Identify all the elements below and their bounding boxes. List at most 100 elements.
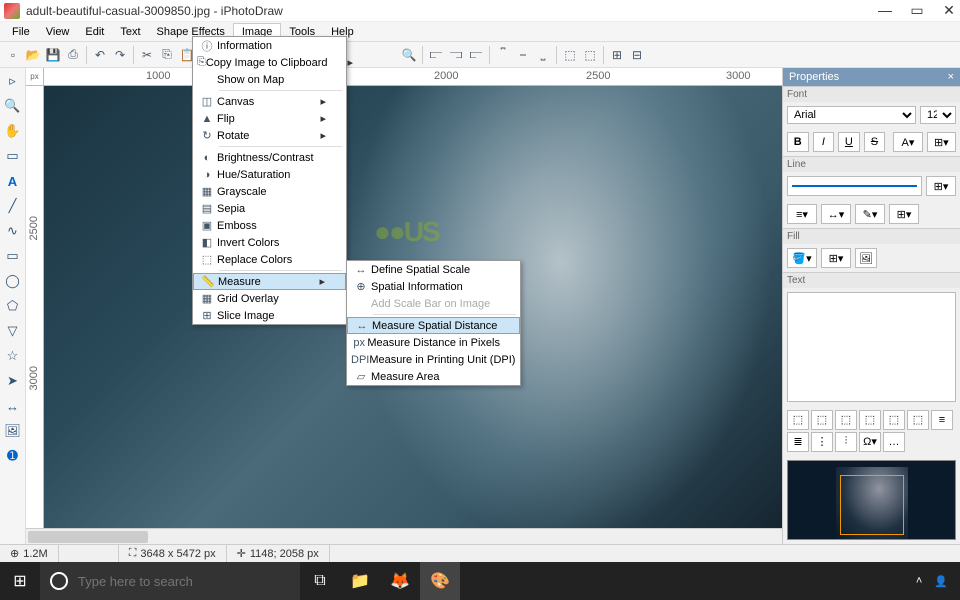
menu-item-define-spatial-scale[interactable]: ↔Define Spatial Scale <box>347 261 520 278</box>
rect-tool-icon[interactable]: ▭ <box>4 247 22 265</box>
system-tray[interactable]: ˄ 👤 <box>916 575 960 588</box>
font-more-button[interactable]: ⊞▾ <box>927 132 956 152</box>
menu-item-flip[interactable]: ▲Flip▸ <box>193 110 346 127</box>
menu-item-brightness-contrast[interactable]: ◐Brightness/Contrast <box>193 149 346 166</box>
font-color-button[interactable]: A▾ <box>893 132 922 152</box>
text-tool-icon[interactable]: A <box>4 172 22 190</box>
menu-item-information[interactable]: ⓘInformation <box>193 37 346 54</box>
menu-edit[interactable]: Edit <box>77 24 112 40</box>
menu-item-copy-image-to-clipboard[interactable]: ⎘Copy Image to Clipboard▸ <box>193 54 346 71</box>
line-mid-button[interactable]: ↔▾ <box>821 204 851 224</box>
app-taskbar-icon[interactable]: 🎨 <box>420 562 460 600</box>
menu-item-slice-image[interactable]: ⊞Slice Image <box>193 307 346 324</box>
align-mr-button[interactable]: ⬚ <box>907 410 929 430</box>
line-more-button[interactable]: ⊞▾ <box>889 204 919 224</box>
menu-item-canvas[interactable]: ◫Canvas▸ <box>193 93 346 110</box>
menu-item-emboss[interactable]: ▣Emboss <box>193 217 346 234</box>
align-list1-button[interactable]: ≡ <box>931 410 953 430</box>
menu-item-replace-colors[interactable]: ⬚Replace Colors <box>193 251 346 268</box>
distribute-h-icon[interactable]: ⬚ <box>561 46 579 64</box>
strike-button[interactable]: S <box>864 132 886 152</box>
more-button[interactable]: … <box>883 432 905 452</box>
align-mc-button[interactable]: ⬚ <box>883 410 905 430</box>
align-right-icon[interactable]: ⫍ <box>467 46 485 64</box>
zoom-fit-icon[interactable]: 🔍 <box>400 46 418 64</box>
line-style-button[interactable]: ⊞▾ <box>926 176 956 196</box>
menu-item-measure-in-printing-unit-dpi-[interactable]: DPIMeasure in Printing Unit (DPI) <box>347 351 520 368</box>
symbol-button[interactable]: Ω▾ <box>859 432 881 452</box>
text-preview[interactable] <box>787 292 956 402</box>
new-icon[interactable]: ▫ <box>4 46 22 64</box>
menu-item-add-scale-bar-on-image[interactable]: Add Scale Bar on Image <box>347 295 520 312</box>
pointer-tool-icon[interactable]: ▹ <box>4 72 22 90</box>
bold-button[interactable]: B <box>787 132 809 152</box>
align-list2-button[interactable]: ≣ <box>787 432 809 452</box>
align-center-icon[interactable]: ⫎ <box>447 46 465 64</box>
number-tool-icon[interactable]: ➊ <box>4 447 22 465</box>
taskbar-search[interactable] <box>40 562 300 600</box>
curve-tool-icon[interactable]: ∿ <box>4 222 22 240</box>
polygon-tool-icon[interactable]: ⬠ <box>4 297 22 315</box>
save-icon[interactable]: 💾 <box>44 46 62 64</box>
font-size-select[interactable]: 12 <box>920 106 956 124</box>
align-tc-button[interactable]: ⬚ <box>811 410 833 430</box>
redo-icon[interactable]: ↷ <box>111 46 129 64</box>
align-left-icon[interactable]: ⫍ <box>427 46 445 64</box>
cut-icon[interactable]: ✂ <box>138 46 156 64</box>
hand-tool-icon[interactable]: ✋ <box>4 122 22 140</box>
firefox-icon[interactable]: 🦊 <box>380 562 420 600</box>
align-tr-button[interactable]: ⬚ <box>835 410 857 430</box>
menu-text[interactable]: Text <box>112 24 148 40</box>
image-tool-icon[interactable]: 🖼 <box>4 422 22 440</box>
line-tool-icon[interactable]: ╱ <box>4 197 22 215</box>
menu-item-grayscale[interactable]: ▦Grayscale <box>193 183 346 200</box>
menu-file[interactable]: File <box>4 24 38 40</box>
callout-tool-icon[interactable]: ▽ <box>4 322 22 340</box>
close-button[interactable]: ✕ <box>942 2 956 19</box>
tray-up-icon[interactable]: ˄ <box>916 575 922 587</box>
menu-item-measure-area[interactable]: ▱Measure Area <box>347 368 520 385</box>
line-end-button[interactable]: ✎▾ <box>855 204 885 224</box>
menu-item-measure-spatial-distance[interactable]: ↔Measure Spatial Distance <box>347 317 520 334</box>
menu-item-measure-distance-in-pixels[interactable]: pxMeasure Distance in Pixels <box>347 334 520 351</box>
ungroup-icon[interactable]: ⊟ <box>628 46 646 64</box>
fill-image-button[interactable]: 🖼 <box>855 248 877 268</box>
italic-button[interactable]: I <box>813 132 835 152</box>
menu-item-show-on-map[interactable]: Show on Map <box>193 71 346 88</box>
zoom-tool-icon[interactable]: 🔍 <box>4 97 22 115</box>
scrollbar-horizontal[interactable] <box>26 528 782 544</box>
align-tl-button[interactable]: ⬚ <box>787 410 809 430</box>
open-icon[interactable]: 📂 <box>24 46 42 64</box>
align-bottom-icon[interactable]: ⎵ <box>534 46 552 64</box>
minimize-button[interactable]: — <box>878 2 892 19</box>
fill-color-button[interactable]: 🪣▾ <box>787 248 817 268</box>
tray-user-icon[interactable]: 👤 <box>934 575 948 588</box>
group-icon[interactable]: ⊞ <box>608 46 626 64</box>
print-icon[interactable]: ⎙ <box>64 46 82 64</box>
distribute-v-icon[interactable]: ⬚ <box>581 46 599 64</box>
underline-button[interactable]: U <box>838 132 860 152</box>
explorer-icon[interactable]: 📁 <box>340 562 380 600</box>
shape-tool-icon[interactable]: ▭ <box>4 147 22 165</box>
menu-item-measure[interactable]: 📏Measure▸ <box>193 273 346 290</box>
start-button[interactable]: ⊞ <box>0 562 40 600</box>
font-family-select[interactable]: Arial <box>787 106 916 124</box>
align-list3-button[interactable]: ⋮ <box>811 432 833 452</box>
ellipse-tool-icon[interactable]: ◯ <box>4 272 22 290</box>
search-input[interactable] <box>78 574 290 589</box>
line-preview[interactable] <box>787 176 922 196</box>
menu-view[interactable]: View <box>38 24 78 40</box>
menu-item-sepia[interactable]: ▤Sepia <box>193 200 346 217</box>
menu-item-hue-saturation[interactable]: ◑Hue/Saturation <box>193 166 346 183</box>
menu-item-rotate[interactable]: ↻Rotate▸ <box>193 127 346 144</box>
fill-pattern-button[interactable]: ⊞▾ <box>821 248 851 268</box>
menu-item-spatial-information[interactable]: ⊕Spatial Information <box>347 278 520 295</box>
menu-item-grid-overlay[interactable]: ▦Grid Overlay <box>193 290 346 307</box>
star-tool-icon[interactable]: ☆ <box>4 347 22 365</box>
line-start-button[interactable]: ≡▾ <box>787 204 817 224</box>
align-middle-icon[interactable]: ⎯ <box>514 46 532 64</box>
undo-icon[interactable]: ↶ <box>91 46 109 64</box>
maximize-button[interactable]: ▭ <box>910 2 924 19</box>
arrow-tool-icon[interactable]: ➤ <box>4 372 22 390</box>
navigator-thumbnail[interactable] <box>787 460 956 540</box>
